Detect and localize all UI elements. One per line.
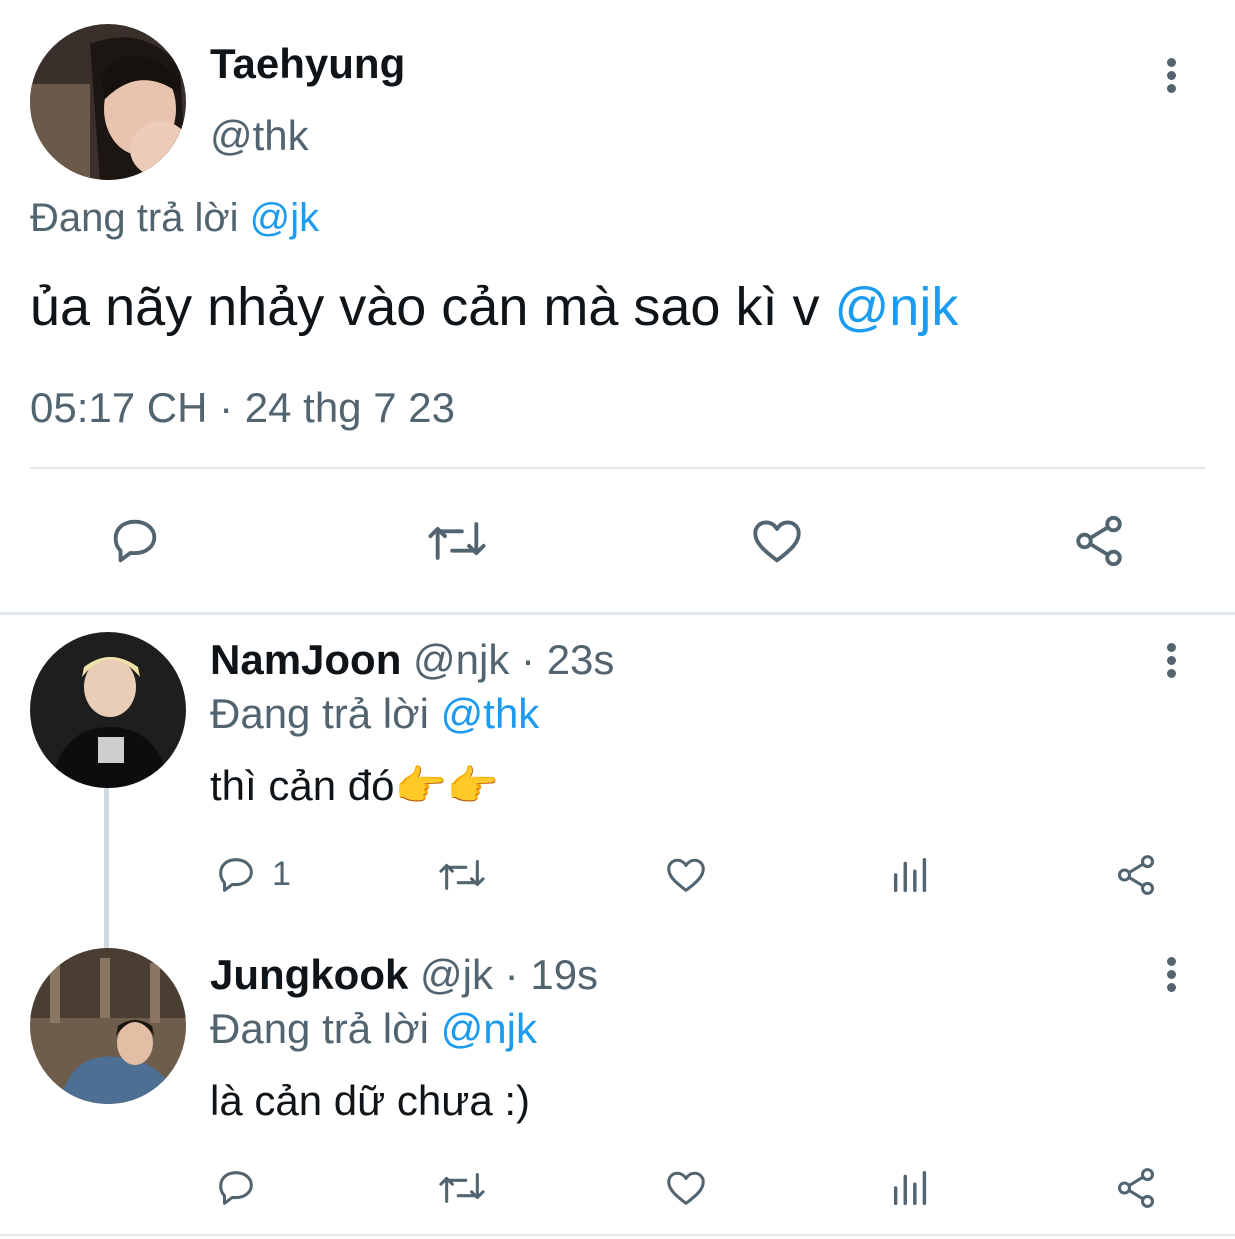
reply-icon[interactable] xyxy=(106,512,164,570)
more-options-icon[interactable] xyxy=(1165,957,1177,996)
retweet-icon[interactable] xyxy=(436,852,488,898)
reply-to-mention[interactable]: @thk xyxy=(441,690,540,737)
tweet-text: ủa nãy nhảy vào cản mà sao kì v @njk xyxy=(30,276,958,338)
separator: · xyxy=(521,636,536,683)
author-handle[interactable]: @njk xyxy=(413,636,509,683)
share-icon[interactable] xyxy=(1113,852,1159,898)
share-icon[interactable] xyxy=(1113,1165,1159,1211)
reply-header: NamJoon @njk · 23s xyxy=(210,636,614,684)
reply-time[interactable]: 23s xyxy=(547,636,615,683)
reply-text: là cản dữ chưa :) xyxy=(210,1077,531,1124)
tweet-timestamp[interactable]: 05:17 CH · 24 thg 7 23 xyxy=(30,384,455,432)
author-name[interactable]: NamJoon xyxy=(210,636,401,683)
author-handle[interactable]: @jk xyxy=(420,951,493,998)
like-icon[interactable] xyxy=(663,1165,709,1211)
views-icon[interactable] xyxy=(888,1165,934,1211)
like-icon[interactable] xyxy=(663,852,709,898)
retweet-icon[interactable] xyxy=(436,1165,488,1211)
reply-icon[interactable] xyxy=(213,1165,259,1211)
reply-to-mention[interactable]: @njk xyxy=(441,1005,537,1052)
reply-context: Đang trả lời @jk xyxy=(30,196,319,241)
reply-time[interactable]: 19s xyxy=(530,951,598,998)
views-icon[interactable] xyxy=(888,852,934,898)
reply-icon[interactable] xyxy=(213,852,259,898)
reply-context: Đang trả lời @thk xyxy=(210,690,539,738)
reply-prefix: Đang trả lời xyxy=(30,196,239,240)
bottom-divider xyxy=(0,1234,1235,1236)
reply-text: thì cản đó👉👉 xyxy=(210,762,500,809)
like-icon[interactable] xyxy=(748,512,806,570)
reply-count: 1 xyxy=(272,855,291,893)
reply-prefix: Đang trả lời xyxy=(210,1005,429,1052)
more-options-icon[interactable] xyxy=(1165,643,1177,682)
section-divider xyxy=(0,612,1235,615)
author-name[interactable]: Jungkook xyxy=(210,951,408,998)
author-handle[interactable]: @thk xyxy=(210,112,309,160)
retweet-icon[interactable] xyxy=(425,512,489,570)
reply-header: Jungkook @jk · 19s xyxy=(210,951,598,999)
thread-line xyxy=(104,788,109,948)
tweet-body: ủa nãy nhảy vào cản mà sao kì v xyxy=(30,277,820,337)
reply-prefix: Đang trả lời xyxy=(210,690,429,737)
divider xyxy=(30,467,1205,469)
reply-to-mention[interactable]: @jk xyxy=(250,196,320,240)
avatar-jungkook[interactable] xyxy=(30,948,186,1104)
separator: · xyxy=(504,951,519,998)
more-options-icon[interactable] xyxy=(1165,58,1177,97)
tweet-mention[interactable]: @njk xyxy=(834,277,958,337)
avatar-namjoon[interactable] xyxy=(30,632,186,788)
reply-context: Đang trả lời @njk xyxy=(210,1005,537,1053)
avatar-taehyung[interactable] xyxy=(30,24,186,180)
author-name[interactable]: Taehyung xyxy=(210,40,405,88)
share-icon[interactable] xyxy=(1070,512,1128,570)
